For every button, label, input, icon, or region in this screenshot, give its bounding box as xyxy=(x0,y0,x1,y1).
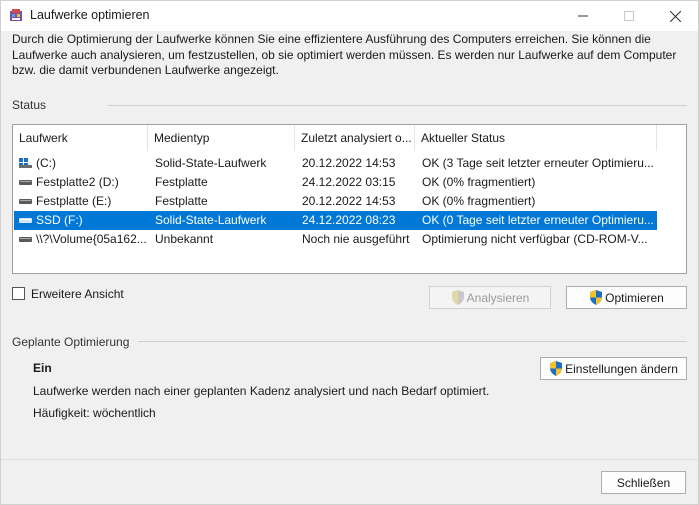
last-analyzed: 20.12.2022 14:53 xyxy=(302,194,396,208)
drive-status: OK (0 Tage seit letzter erneuter Optimie… xyxy=(422,213,654,227)
change-settings-label: Einstellungen ändern xyxy=(565,361,678,376)
last-analyzed: Noch nie ausgeführt xyxy=(302,232,410,246)
schedule-group-label: Geplante Optimierung xyxy=(12,335,130,349)
schedule-frequency: Häufigkeit: wöchentlich xyxy=(33,406,156,420)
status-divider xyxy=(108,105,687,106)
table-row[interactable]: \\?\Volume{05a162... Unbekannt Noch nie … xyxy=(14,230,657,249)
column-header-last-analyzed[interactable]: Zuletzt analysiert o... xyxy=(295,125,415,151)
media-type: Solid-State-Laufwerk xyxy=(155,156,267,170)
schedule-divider xyxy=(138,341,687,342)
media-type: Solid-State-Laufwerk xyxy=(155,213,267,227)
last-analyzed: 24.12.2022 08:23 xyxy=(302,213,396,227)
uac-shield-icon xyxy=(451,290,464,305)
minimize-button[interactable] xyxy=(560,1,606,31)
table-row[interactable]: Festplatte2 (D:) Festplatte 24.12.2022 0… xyxy=(14,173,657,192)
drive-name: Festplatte (E:) xyxy=(36,194,112,208)
maximize-icon xyxy=(624,11,634,21)
drive-name: \\?\Volume{05a162... xyxy=(36,232,147,246)
close-button[interactable]: Schließen xyxy=(601,471,686,494)
defrag-app-icon xyxy=(10,9,22,21)
last-analyzed: 24.12.2022 03:15 xyxy=(302,175,396,189)
title-bar[interactable]: Laufwerke optimieren xyxy=(1,1,698,31)
close-icon xyxy=(669,10,681,22)
drive-name: SSD (F:) xyxy=(36,213,83,227)
optimize-drives-window: Laufwerke optimieren Durch die Optimieru… xyxy=(0,0,699,505)
analyze-button[interactable]: Analysieren xyxy=(429,286,551,309)
window-title: Laufwerke optimieren xyxy=(30,8,150,22)
drive-status: Optimierung nicht verfügbar (CD-ROM-V... xyxy=(422,232,648,246)
analyze-button-label: Analysieren xyxy=(466,290,530,305)
optimize-button-label: Optimieren xyxy=(605,290,664,305)
drives-list-header: Laufwerk Medientyp Zuletzt analysiert o.… xyxy=(13,125,686,151)
advanced-view-checkbox[interactable] xyxy=(12,287,25,300)
hard-drive-icon xyxy=(19,236,32,242)
drive-status: OK (0% fragmentiert) xyxy=(422,194,536,208)
optimize-button[interactable]: Optimieren xyxy=(566,286,687,309)
maximize-button[interactable] xyxy=(606,1,652,31)
dialog-body: Durch die Optimierung der Laufwerke könn… xyxy=(1,31,698,459)
media-type: Festplatte xyxy=(155,194,208,208)
table-row[interactable]: Festplatte (E:) Festplatte 20.12.2022 14… xyxy=(14,192,657,211)
uac-shield-icon xyxy=(590,290,603,305)
drive-name: Festplatte2 (D:) xyxy=(36,175,119,189)
hard-drive-icon xyxy=(19,217,32,223)
schedule-description: Laufwerke werden nach einer geplanten Ka… xyxy=(33,384,490,398)
drive-name: (C:) xyxy=(36,156,56,170)
advanced-view-label[interactable]: Erweitere Ansicht xyxy=(31,287,124,301)
change-settings-button[interactable]: Einstellungen ändern xyxy=(540,357,687,380)
media-type: Unbekannt xyxy=(155,232,214,246)
uac-shield-icon xyxy=(550,361,563,376)
column-header-drive[interactable]: Laufwerk xyxy=(13,125,148,151)
table-row-selected[interactable]: SSD (F:) Solid-State-Laufwerk 24.12.2022… xyxy=(14,211,657,230)
drive-status: OK (0% fragmentiert) xyxy=(422,175,536,189)
close-button-label: Schließen xyxy=(616,475,671,490)
column-header-status[interactable]: Aktueller Status xyxy=(415,125,657,151)
last-analyzed: 20.12.2022 14:53 xyxy=(302,156,396,170)
schedule-status: Ein xyxy=(33,361,52,375)
table-row[interactable]: (C:) Solid-State-Laufwerk 20.12.2022 14:… xyxy=(14,154,657,173)
dialog-footer: Schließen xyxy=(1,459,698,504)
status-group-label: Status xyxy=(12,98,47,112)
hard-drive-icon xyxy=(19,179,32,185)
windows-drive-icon xyxy=(19,157,32,168)
minimize-icon xyxy=(578,15,588,17)
close-window-button[interactable] xyxy=(652,1,698,31)
hard-drive-icon xyxy=(19,198,32,204)
drive-status: OK (3 Tage seit letzter erneuter Optimie… xyxy=(422,156,654,170)
drives-list[interactable]: Laufwerk Medientyp Zuletzt analysiert o.… xyxy=(12,124,687,274)
media-type: Festplatte xyxy=(155,175,208,189)
column-header-media[interactable]: Medientyp xyxy=(148,125,295,151)
description-text: Durch die Optimierung der Laufwerke könn… xyxy=(12,32,677,77)
